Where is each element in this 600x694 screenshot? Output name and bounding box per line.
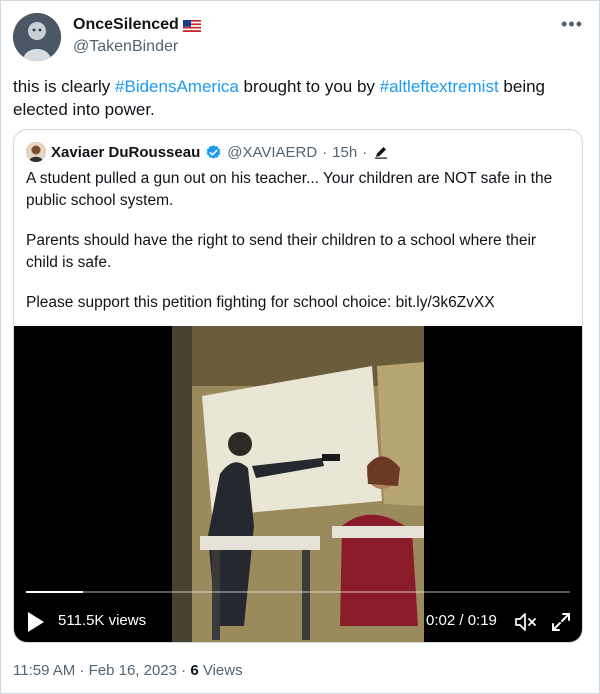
separator-dot: · xyxy=(322,143,328,161)
tweet-timestamp[interactable]: 11:59 AM · Feb 16, 2023 · xyxy=(13,662,190,679)
tweet-text-middle: brought to you by xyxy=(238,77,380,96)
quoted-author-handle: @XAVIAERD xyxy=(227,143,318,161)
video-frame xyxy=(172,326,424,642)
views-count: 6 xyxy=(190,662,199,679)
separator-dot-2: · xyxy=(362,143,368,161)
quoted-tweet[interactable]: Xaviaer DuRousseau @XAVIAERD · 15h · A s… xyxy=(13,129,583,643)
author-avatar[interactable] xyxy=(13,13,61,61)
quoted-tweet-time[interactable]: 15h xyxy=(332,144,357,161)
quoted-paragraph-3: Please support this petition fighting fo… xyxy=(26,294,495,311)
play-icon xyxy=(28,612,44,632)
flag-us-icon xyxy=(182,19,201,32)
author-name[interactable]: OnceSilenced xyxy=(73,16,179,34)
author-handle[interactable]: @TakenBinder xyxy=(73,38,201,56)
fullscreen-button[interactable] xyxy=(550,611,572,633)
video-progress-fill xyxy=(26,591,84,593)
author-info: OnceSilenced @TakenBinder xyxy=(73,16,201,56)
hashtag-bidensamerica[interactable]: #BidensAmerica xyxy=(115,77,239,96)
verified-icon xyxy=(205,144,222,161)
more-icon[interactable]: ••• xyxy=(561,15,583,33)
tweet-text: this is clearly #BidensAmerica brought t… xyxy=(13,75,589,121)
hashtag-altleftextremist[interactable]: #altleftextremist xyxy=(380,77,499,96)
video-player[interactable]: 511.5K views 0:02 / 0:19 xyxy=(14,326,582,642)
mute-button[interactable] xyxy=(514,611,538,633)
video-timecode: 0:02 / 0:19 xyxy=(426,612,497,629)
edit-pencil-icon xyxy=(374,145,388,159)
video-progress-bar[interactable] xyxy=(26,591,570,593)
quoted-author-name[interactable]: Xaviaer DuRousseau xyxy=(51,144,200,161)
quoted-paragraph-2: Parents should have the right to send th… xyxy=(26,232,537,271)
fullscreen-icon xyxy=(552,613,570,631)
quoted-paragraph-1: A student pulled a gun out on his teache… xyxy=(26,170,553,209)
tweet-card: OnceSilenced @TakenBinder ••• this is cl… xyxy=(0,0,600,694)
video-views: 511.5K views xyxy=(58,612,147,629)
views-label: Views xyxy=(198,662,243,679)
mute-icon xyxy=(515,613,536,631)
play-button[interactable] xyxy=(26,611,46,633)
quoted-tweet-header: Xaviaer DuRousseau @XAVIAERD · 15h · xyxy=(26,142,388,162)
tweet-text-before: this is clearly xyxy=(13,77,116,96)
quoted-tweet-body: A student pulled a gun out on his teache… xyxy=(26,168,572,332)
quoted-author-avatar[interactable] xyxy=(26,142,46,162)
tweet-footer: 11:59 AM · Feb 16, 2023 · 6 Views xyxy=(13,662,243,679)
